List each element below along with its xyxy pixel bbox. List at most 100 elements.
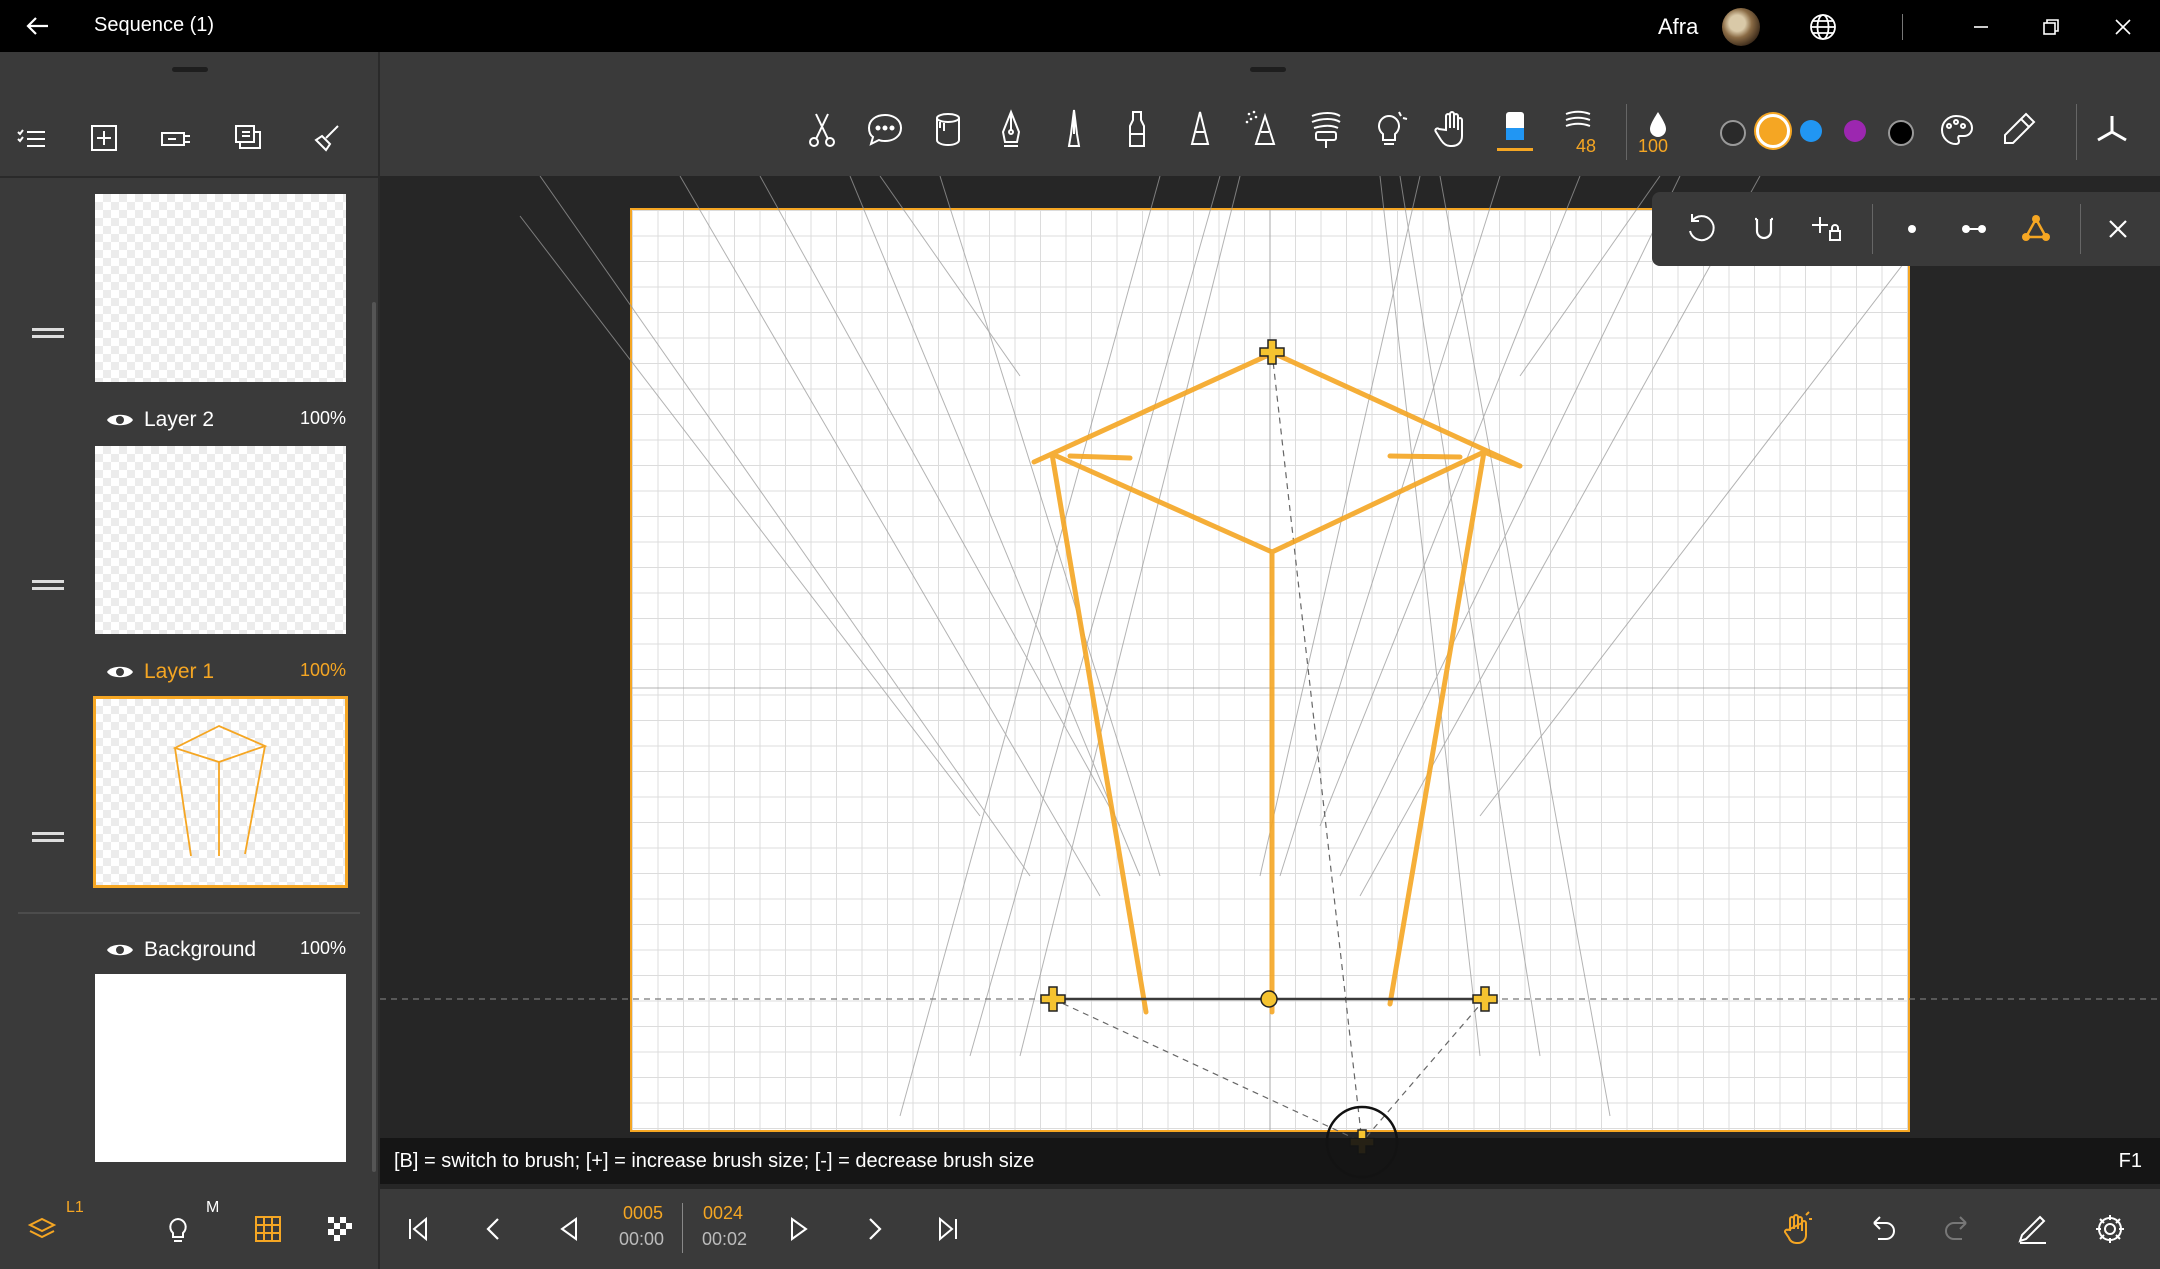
touch-draw-icon[interactable]: [1776, 1209, 1816, 1249]
layers-panel: Layer 2 100% Layer 1 100% Background 100…: [0, 52, 378, 1189]
eye-icon[interactable]: [106, 410, 134, 430]
frame-separator: [682, 1203, 683, 1253]
drag-handle-icon[interactable]: [32, 326, 64, 340]
list-check-icon[interactable]: [12, 118, 52, 158]
add-lock-icon[interactable]: [1806, 209, 1846, 249]
marker-icon[interactable]: [1115, 108, 1159, 152]
layers-stack-icon[interactable]: [22, 1209, 62, 1249]
close-window-icon[interactable]: [2108, 12, 2138, 42]
pen-nib-icon[interactable]: [989, 108, 1033, 152]
user-name[interactable]: Afra: [1658, 14, 1698, 40]
brush-clean-icon[interactable]: [308, 118, 348, 158]
settings-gear-icon[interactable]: [2090, 1209, 2130, 1249]
transparency-grid-icon[interactable]: [320, 1209, 360, 1249]
scissors-icon[interactable]: [800, 108, 844, 152]
two-point-icon[interactable]: [1954, 209, 1994, 249]
layer-header[interactable]: Layer 2 100%: [106, 406, 346, 438]
bulb-icon[interactable]: [158, 1209, 198, 1249]
title-separator: [1902, 14, 1903, 40]
drag-handle-icon[interactable]: [32, 830, 64, 844]
pencil-icon[interactable]: [1178, 108, 1222, 152]
hand-icon[interactable]: [1430, 108, 1474, 152]
perspective-toolbar: [1652, 192, 2160, 266]
layer-name: Layer 2: [144, 408, 215, 431]
merge-layer-icon[interactable]: [156, 118, 196, 158]
globe-icon[interactable]: [1808, 12, 1838, 42]
eye-icon[interactable]: [106, 940, 134, 960]
layer-thumbnail[interactable]: [95, 446, 346, 634]
undo-icon[interactable]: [1862, 1209, 1902, 1249]
restore-icon[interactable]: [2036, 12, 2066, 42]
bar-separator: [2080, 204, 2081, 254]
magnet-icon[interactable]: [1744, 209, 1784, 249]
layer-thumbnail[interactable]: [95, 974, 346, 1162]
color-swatch-black[interactable]: [1888, 120, 1914, 146]
total-time: 00:02: [702, 1229, 748, 1249]
edit-pen-icon[interactable]: [2012, 1209, 2052, 1249]
bottom-divider: [378, 1189, 380, 1269]
drag-handle-icon[interactable]: [32, 578, 64, 592]
avatar[interactable]: [1722, 8, 1760, 46]
one-point-icon[interactable]: [1892, 209, 1932, 249]
perspective-tool-icon[interactable]: [2090, 108, 2134, 152]
layer-thumbnail-drawing: [172, 725, 268, 857]
toolbar-separator: [2076, 104, 2077, 160]
next-frame-icon[interactable]: [854, 1209, 894, 1249]
canvas-area[interactable]: [380, 176, 2160, 1189]
duplicate-layer-icon[interactable]: [228, 118, 268, 158]
fine-pen-icon[interactable]: [1052, 108, 1096, 152]
close-icon[interactable]: [2098, 209, 2138, 249]
reset-icon[interactable]: [1682, 209, 1722, 249]
layer-opacity[interactable]: 100%: [300, 408, 346, 429]
eraser-icon[interactable]: [1493, 108, 1537, 152]
perspective-handles: [1040, 339, 1498, 1179]
add-layer-icon[interactable]: [84, 118, 124, 158]
window-title: Sequence (1): [94, 14, 215, 36]
layer-thumbnail[interactable]: [93, 696, 348, 888]
color-swatch-orange[interactable]: [1756, 114, 1790, 148]
minimize-icon[interactable]: [1966, 12, 1996, 42]
airbrush-icon[interactable]: [1241, 108, 1285, 152]
current-time: 00:00: [619, 1229, 665, 1249]
layer-header[interactable]: Background 100%: [106, 936, 346, 968]
title-bar: Sequence (1) Afra: [0, 0, 2160, 52]
layer-opacity[interactable]: 100%: [300, 660, 346, 681]
color-swatch-dark[interactable]: [1720, 120, 1746, 146]
idea-icon[interactable]: [1367, 108, 1411, 152]
total-frames[interactable]: 0024: [703, 1203, 743, 1224]
layer-thumbnail[interactable]: [95, 194, 346, 382]
color-swatch-blue[interactable]: [1800, 120, 1822, 142]
shortcut-hint: [B] = switch to brush; [+] = increase br…: [394, 1150, 1035, 1172]
layer-name: Layer 1: [144, 660, 215, 683]
tools-toolbar: 48 100: [380, 52, 2160, 176]
roller-icon[interactable]: [1304, 108, 1348, 152]
help-shortcut[interactable]: F1: [2119, 1150, 2142, 1173]
bar-separator: [1872, 204, 1873, 254]
redo-icon[interactable]: [1938, 1209, 1978, 1249]
palette-icon[interactable]: [1934, 108, 1978, 152]
layers-scrollbar[interactable]: [372, 302, 376, 1172]
toolbar-grip[interactable]: [1250, 67, 1286, 72]
speech-bubble-icon[interactable]: [863, 108, 907, 152]
layer-name: Background: [144, 938, 257, 961]
play-reverse-icon[interactable]: [550, 1209, 590, 1249]
layer-header[interactable]: Layer 1 100%: [106, 658, 346, 690]
current-frame[interactable]: 0005: [623, 1203, 663, 1224]
last-frame-icon[interactable]: [928, 1209, 968, 1249]
opacity-value[interactable]: 100: [1638, 136, 1668, 157]
prev-frame-icon[interactable]: [474, 1209, 514, 1249]
toolbar-separator: [1626, 104, 1627, 160]
three-point-icon[interactable]: [2016, 209, 2056, 249]
eye-icon[interactable]: [106, 662, 134, 682]
back-arrow-icon[interactable]: [22, 10, 54, 42]
color-swatch-purple[interactable]: [1844, 120, 1866, 142]
eyedropper-icon[interactable]: [1996, 108, 2040, 152]
layer-opacity[interactable]: 100%: [300, 938, 346, 959]
play-icon[interactable]: [778, 1209, 818, 1249]
layer-separator: [18, 912, 360, 914]
brush-size-value[interactable]: 48: [1576, 136, 1596, 157]
first-frame-icon[interactable]: [398, 1209, 438, 1249]
panel-grip[interactable]: [172, 67, 208, 72]
bucket-icon[interactable]: [926, 108, 970, 152]
grid-icon[interactable]: [248, 1209, 288, 1249]
